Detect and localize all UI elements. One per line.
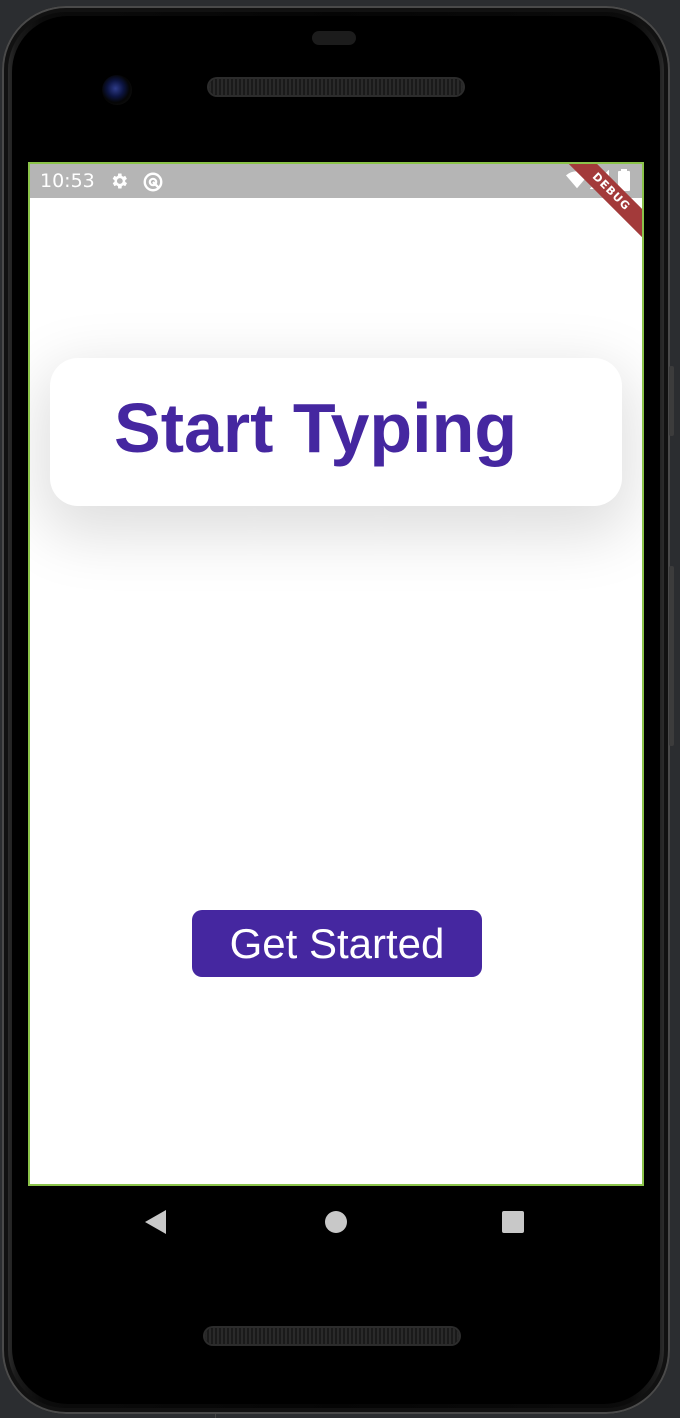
back-icon[interactable]	[145, 1210, 166, 1234]
app-notification-icon	[142, 171, 163, 192]
power-button[interactable]	[669, 366, 674, 436]
status-time: 10:53	[40, 170, 95, 192]
get-started-button[interactable]: Get Started	[192, 910, 482, 977]
page-title: Start Typing	[114, 389, 518, 467]
status-bar: 10:53	[30, 164, 642, 198]
battery-icon	[618, 169, 638, 191]
bottom-speaker	[205, 1328, 459, 1344]
top-sensor	[312, 31, 356, 45]
recents-icon[interactable]	[502, 1211, 524, 1233]
top-speaker	[209, 79, 463, 95]
device-screen: 10:53 DEBUG Start Typing Get Started	[28, 162, 644, 1186]
system-navigation-bar	[28, 1186, 644, 1258]
title-card: Start Typing	[50, 358, 622, 506]
volume-button[interactable]	[669, 566, 674, 746]
front-camera-icon	[102, 75, 132, 105]
home-icon[interactable]	[325, 1211, 347, 1233]
settings-icon	[109, 171, 129, 191]
